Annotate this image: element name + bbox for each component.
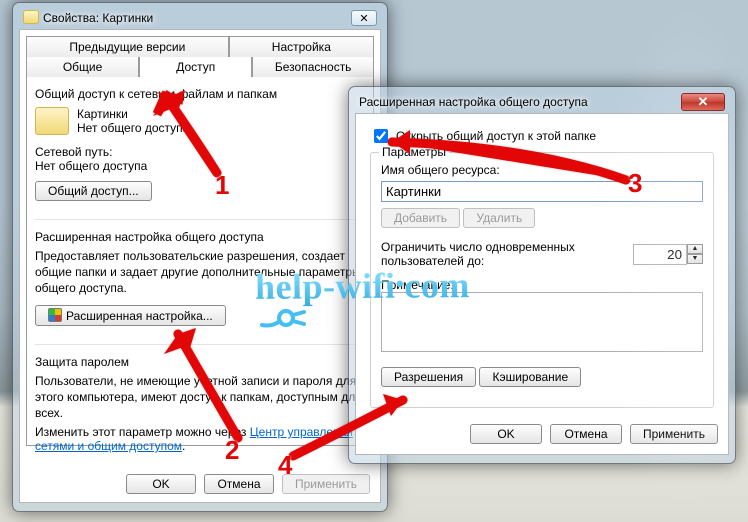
window-title: Свойства: Картинки [43,11,153,25]
advanced-sharing-button[interactable]: Расширенная настройка... [35,305,226,326]
tab-customize[interactable]: Настройка [229,36,374,57]
shield-icon [48,308,62,322]
tab-sharing[interactable]: Доступ [139,57,252,77]
tab-previous-versions[interactable]: Предыдущие версии [26,36,229,57]
enable-share-input[interactable] [374,129,388,143]
watermark: help-wifi•com [255,264,470,308]
apply-button[interactable]: Применить [282,474,370,494]
limit-spinner[interactable]: ▲ ▼ [633,244,703,265]
cancel-button[interactable]: Отмена [204,474,274,494]
folder-icon [23,10,39,26]
tab-security[interactable]: Безопасность [252,57,374,77]
share-folder-name: Картинки [77,107,189,121]
pwd-heading: Защита паролем [35,355,365,369]
tab-body: Общий доступ к сетевым файлам и папкам К… [26,76,374,446]
resname-label: Имя общего ресурса: [381,163,703,177]
folder-icon [35,107,69,135]
window-title: Расширенная настройка общего доступа [359,95,588,109]
annotation-3-num: 3 [628,168,642,199]
ok-button[interactable]: OK [470,424,542,444]
dialog-footer: OK Отмена Применить [470,424,718,444]
enable-share-label: Открыть общий доступ к этой папке [396,129,596,143]
add-button[interactable]: Добавить [381,208,460,228]
spin-up[interactable]: ▲ [687,244,703,254]
resname-input[interactable] [381,181,703,202]
share-status: Нет общего доступа [77,121,189,135]
enable-share-checkbox[interactable]: Открыть общий доступ к этой папке [370,126,596,146]
permissions-button[interactable]: Разрешения [381,367,476,387]
titlebar[interactable]: Свойства: Картинки ✕ [19,9,381,29]
properties-window: Свойства: Картинки ✕ Предыдущие версии Н… [12,2,388,512]
pwd-change-prefix: Изменить этот параметр можно через [35,425,250,439]
pwd-link-suffix: . [182,439,185,453]
advanced-sharing-label: Расширенная настройка... [66,309,213,323]
share-button[interactable]: Общий доступ... [35,181,152,201]
limit-input[interactable] [633,244,687,265]
apply-button[interactable]: Применить [630,424,718,444]
pwd-desc: Пользователи, не имеющие учетной записи … [35,373,365,422]
advanced-heading: Расширенная настройка общего доступа [35,230,365,244]
netpath-label: Сетевой путь: [35,145,113,159]
ok-button[interactable]: OK [126,474,196,494]
close-button[interactable]: ✕ [681,93,725,111]
cancel-button[interactable]: Отмена [550,424,622,444]
tab-general[interactable]: Общие [26,57,139,77]
caching-button[interactable]: Кэширование [479,367,581,387]
tab-strip: Предыдущие версии Настройка Общие Доступ… [26,36,374,77]
spin-down[interactable]: ▼ [687,254,703,264]
close-button[interactable]: ✕ [351,10,377,26]
params-legend: Параметры [379,145,449,159]
remove-button[interactable]: Удалить [463,208,535,228]
watermark-icon [260,305,330,331]
titlebar[interactable]: Расширенная настройка общего доступа ✕ [355,93,729,113]
share-heading: Общий доступ к сетевым файлам и папкам [35,87,365,101]
dialog-footer: OK Отмена Применить [126,474,370,494]
netpath-value: Нет общего доступа [35,159,147,173]
